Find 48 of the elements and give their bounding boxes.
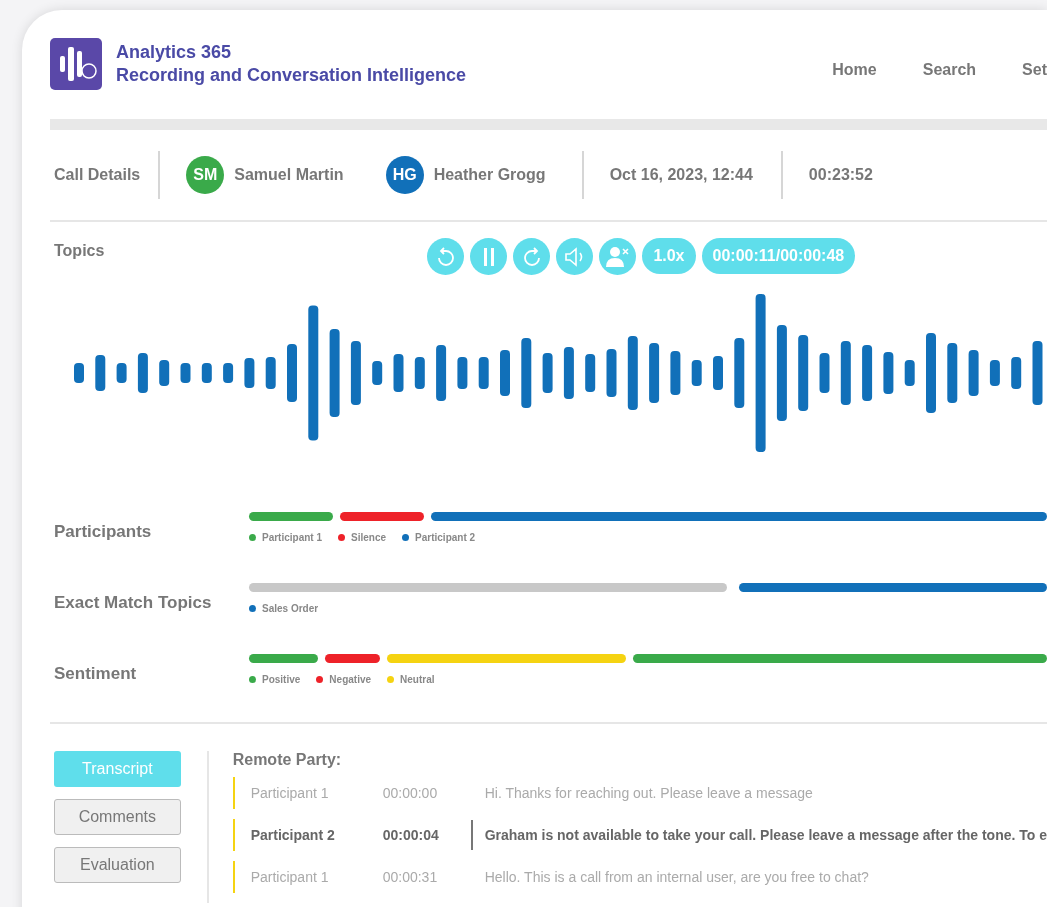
legend-item: Participant 1 [249, 532, 323, 543]
legend-item: Neutral [387, 674, 435, 685]
track-label: Sentiment [54, 662, 138, 684]
player-button[interactable] [556, 238, 594, 275]
call-datetime: Oct 16, 2023, 12:44 [609, 166, 753, 184]
speaker-name: Participant 1 [250, 869, 330, 885]
app-title: Analytics 365 [116, 41, 233, 64]
person-remove-icon [605, 245, 630, 268]
timestamp: 00:00:31 [382, 869, 439, 885]
transcript-heading: Remote Party: [232, 751, 343, 769]
participant-name: Heather Grogg [433, 166, 546, 184]
nav-link[interactable]: Set [1022, 61, 1047, 79]
nav-link[interactable]: Search [922, 61, 977, 79]
text-cursor [470, 820, 473, 850]
pause-icon [481, 246, 496, 267]
view-tab[interactable]: Comments [54, 799, 181, 835]
player-button[interactable] [470, 238, 508, 275]
playback-time: 00:00:11/00:00:48 [701, 238, 856, 274]
participant-name: Samuel Martin [234, 166, 344, 184]
section-label: Call Details [54, 166, 141, 184]
legend-item: Sales Order [249, 603, 319, 614]
player-button[interactable] [513, 238, 551, 275]
transcript-text: Hi. Thanks for reaching out. Please leave a message [484, 785, 813, 801]
view-tab[interactable]: Evaluation [54, 847, 181, 883]
call-duration: 00:23:52 [808, 166, 873, 184]
speaker-name: Participant 2 [250, 827, 336, 843]
section-label: Topics [54, 242, 105, 260]
transcript-text: Graham is not available to take your call. Please leave a message after the tone. To e [484, 827, 1047, 843]
track-label: Exact Match Topics [54, 591, 213, 613]
avatar: HG [385, 156, 424, 194]
avatar: SM [186, 156, 225, 194]
transcript-row[interactable]: Participant 1 00:00:00 Hi. Thanks for reaching out. Please leave a message [232, 777, 1047, 809]
app-subtitle: Recording and Conversation Intelligence [116, 64, 467, 87]
nav-link[interactable]: Home [832, 61, 877, 79]
legend-item: Positive [249, 674, 301, 685]
legend-item: Silence [338, 532, 387, 543]
track-label: Participants [54, 520, 153, 542]
timestamp: 00:00:00 [382, 785, 439, 801]
app-logo-icon [50, 38, 102, 90]
legend-item: Participant 2 [402, 532, 476, 543]
timestamp: 00:00:04 [382, 827, 440, 843]
player-button[interactable] [427, 238, 465, 275]
legend-item: Negative [316, 674, 372, 685]
speaker-name: Participant 1 [250, 785, 330, 801]
transcript-row[interactable]: Participant 2 00:00:04 Graham is not available to take your call. Please leave a message after the tone. To e [232, 819, 1047, 851]
transcript-row[interactable]: Participant 1 00:00:31 Hello. This is a call from an internal user, are you free to chat? [232, 861, 1047, 893]
player-button[interactable] [599, 238, 637, 275]
transcript-text: Hello. This is a call from an internal user, are you free to chat? [484, 869, 869, 885]
